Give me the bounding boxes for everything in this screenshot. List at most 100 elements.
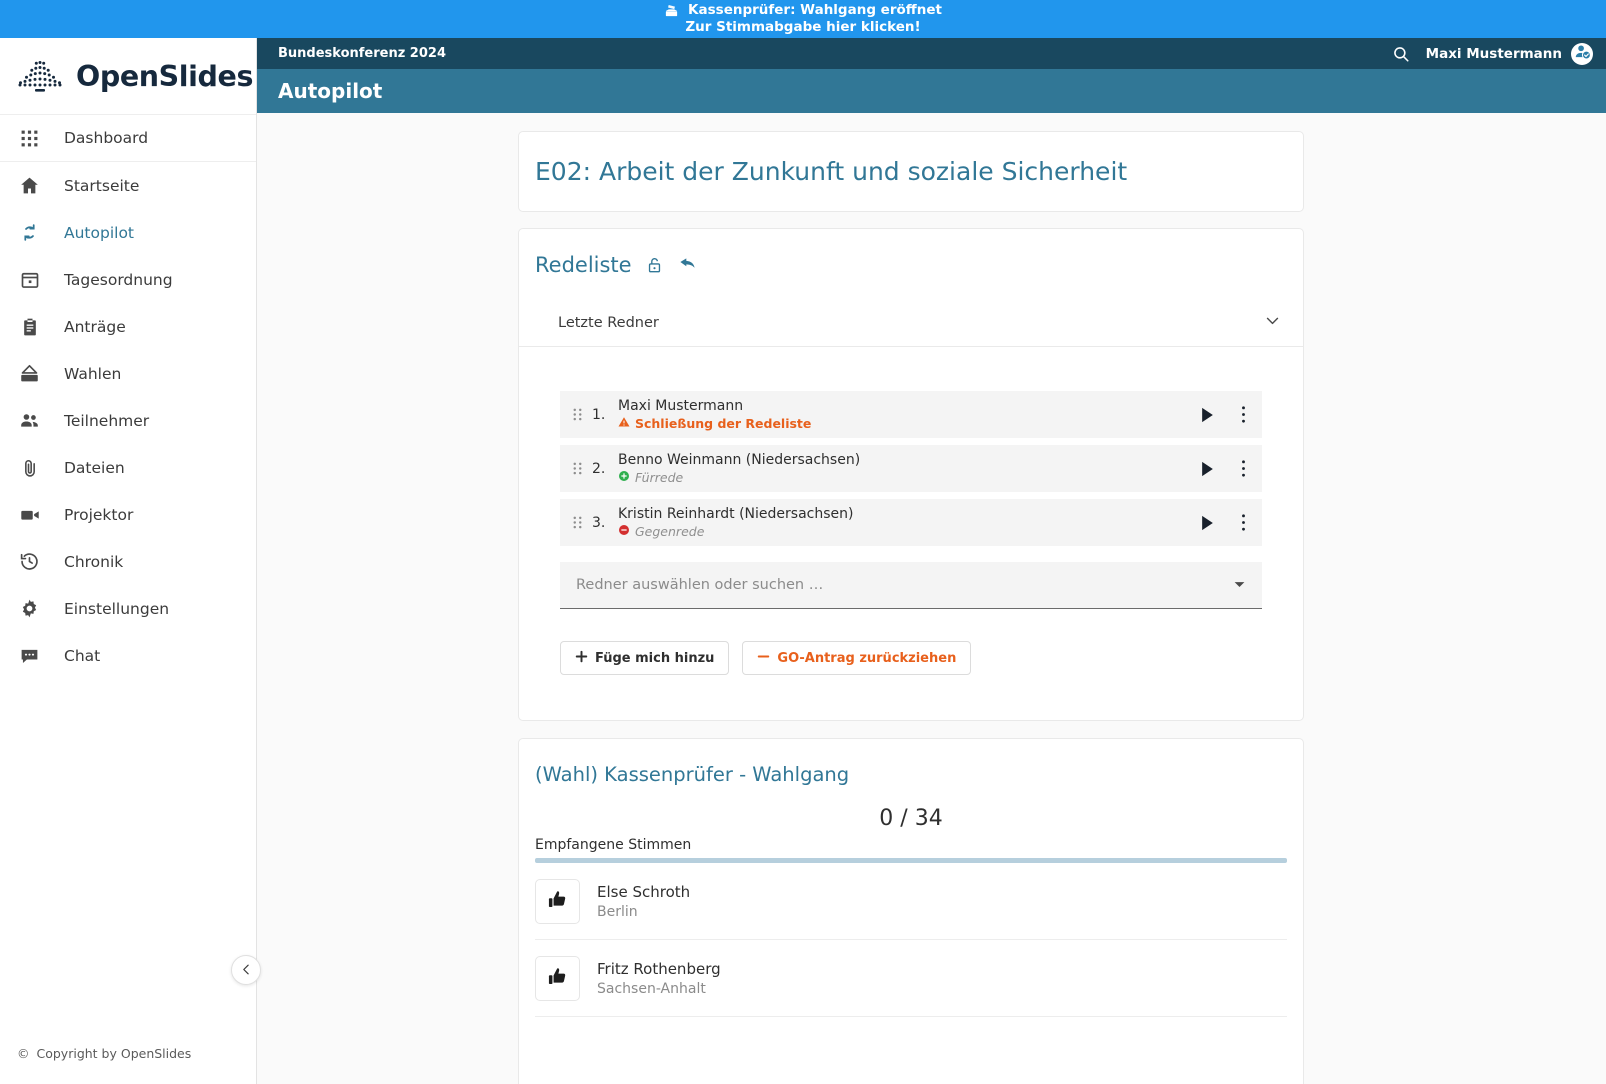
sidebar-item-label: Tagesordnung <box>64 270 173 289</box>
speaker-info: Maxi Mustermann Schließung der Redeliste <box>618 398 1200 432</box>
sidebar-item-dashboard[interactable]: Dashboard <box>0 114 256 162</box>
speaker-tag-label: Schließung der Redeliste <box>635 416 812 432</box>
table-row[interactable]: 3. Kristin Reinhardt (Niedersachsen) Geg… <box>560 499 1262 546</box>
speaker-index: 1. <box>592 406 606 423</box>
speaker-index: 2. <box>592 460 606 477</box>
user-check-icon <box>1574 43 1591 64</box>
more-vertical-icon[interactable] <box>1241 405 1246 424</box>
withdraw-motion-button[interactable]: GO-Antrag zurückziehen <box>742 641 972 675</box>
speaker-info: Kristin Reinhardt (Niedersachsen) Gegenr… <box>618 506 1200 540</box>
add-me-button-label: Füge mich hinzu <box>595 650 715 666</box>
notification-line-1: Kassenprüfer: Wahlgang eröffnet <box>664 2 942 19</box>
minus-icon <box>757 650 770 667</box>
speaker-search-placeholder: Redner auswählen oder suchen … <box>576 577 824 593</box>
user-menu[interactable]: Maxi Mustermann <box>1426 42 1593 65</box>
speaker-list-card: Redeliste Letzte Redner 1. Maxi Musterma… <box>518 228 1304 721</box>
sidebar-item-startseite[interactable]: Startseite <box>0 162 256 209</box>
meeting-topbar: Bundeskonferenz 2024 Maxi Mustermann <box>257 38 1606 69</box>
vote-notification-banner[interactable]: Kassenprüfer: Wahlgang eröffnet Zur Stim… <box>0 0 1606 38</box>
sidebar-item-label: Autopilot <box>64 223 134 242</box>
vote-yes-button[interactable] <box>535 955 580 1001</box>
sidebar-collapse-button[interactable] <box>231 955 261 985</box>
notification-action-text: Zur Stimmabgabe hier klicken! <box>685 19 921 35</box>
sidebar-item-antraege[interactable]: Anträge <box>0 303 256 350</box>
sidebar-item-label: Einstellungen <box>64 599 170 618</box>
poll-vote-count: 0 / 34 <box>879 806 943 831</box>
sidebar-item-label: Wahlen <box>64 364 122 383</box>
add-me-button[interactable]: Füge mich hinzu <box>560 641 730 675</box>
warning-triangle-icon <box>618 416 630 431</box>
speaker-name: Maxi Mustermann <box>618 397 744 414</box>
main-content: E02: Arbeit der Zunkunft und soziale Sic… <box>257 113 1606 1084</box>
calendar-icon <box>17 267 42 292</box>
play-icon[interactable] <box>1200 461 1215 477</box>
sidebar-item-label: Chronik <box>64 552 124 571</box>
minus-circle-icon <box>618 524 630 539</box>
speaker-tag: Schließung der Redeliste <box>618 416 1200 431</box>
sidebar-item-einstellungen[interactable]: Einstellungen <box>0 585 256 632</box>
chevron-down-icon <box>1264 312 1281 333</box>
speaker-list-title: Redeliste <box>535 253 632 277</box>
row-actions <box>1200 513 1246 532</box>
openslides-fan-logo <box>14 53 66 99</box>
drag-handle-icon[interactable] <box>572 515 592 530</box>
plus-circle-icon <box>618 470 630 485</box>
more-vertical-icon[interactable] <box>1241 459 1246 478</box>
topbar-actions: Maxi Mustermann <box>1392 42 1593 65</box>
sidebar-item-label: Anträge <box>64 317 126 336</box>
sidebar-item-label: Chat <box>64 646 101 665</box>
grid-icon <box>17 126 42 151</box>
sidebar-item-label: Projektor <box>64 505 134 524</box>
app-logo-text: OpenSlides <box>76 59 254 93</box>
agenda-item-card[interactable]: E02: Arbeit der Zunkunft und soziale Sic… <box>518 131 1304 212</box>
play-icon[interactable] <box>1200 407 1215 423</box>
sidebar-item-projektor[interactable]: Projektor <box>0 491 256 538</box>
sidebar-item-wahlen[interactable]: Wahlen <box>0 350 256 397</box>
unlock-icon[interactable] <box>646 255 663 275</box>
candidate-info: Fritz Rothenberg Sachsen-Anhalt <box>597 960 721 997</box>
videocam-icon <box>17 502 42 527</box>
speaker-search-input[interactable]: Redner auswählen oder suchen … <box>560 562 1262 609</box>
speaker-tag-label: Gegenrede <box>635 524 705 540</box>
thumbs-up-icon <box>547 966 568 991</box>
sidebar-item-label: Startseite <box>64 176 140 195</box>
last-speakers-toggle[interactable]: Letzte Redner <box>519 299 1303 347</box>
search-icon[interactable] <box>1392 45 1410 63</box>
sidebar-item-chat[interactable]: Chat <box>0 632 256 679</box>
sidebar-item-label: Dateien <box>64 458 125 477</box>
sidebar-item-dateien[interactable]: Dateien <box>0 444 256 491</box>
speaker-tag-label: Fürrede <box>635 470 684 486</box>
poll-card: (Wahl) Kassenprüfer - Wahlgang 0 / 34 Em… <box>518 738 1304 1084</box>
sidebar: OpenSlides Dashboard Startseite Autopilo… <box>0 38 257 1084</box>
sidebar-item-label: Teilnehmer <box>64 411 150 430</box>
table-row[interactable]: 2. Benno Weinmann (Niedersachsen) Fürred… <box>560 445 1262 492</box>
page-header: Autopilot <box>257 69 1606 113</box>
vote-yes-button[interactable] <box>535 878 580 924</box>
play-icon[interactable] <box>1200 515 1215 531</box>
sidebar-item-teilnehmer[interactable]: Teilnehmer <box>0 397 256 444</box>
drag-handle-icon[interactable] <box>572 461 592 476</box>
agenda-item-title: E02: Arbeit der Zunkunft und soziale Sic… <box>535 157 1128 186</box>
table-row[interactable]: 1. Maxi Mustermann Schließung der Redeli… <box>560 391 1262 438</box>
poll-title[interactable]: (Wahl) Kassenprüfer - Wahlgang <box>519 739 1303 786</box>
ballot-box-icon <box>664 3 679 18</box>
poll-count-label: Empfangene Stimmen <box>535 837 692 853</box>
sync-icon <box>17 220 42 245</box>
sidebar-item-chronik[interactable]: Chronik <box>0 538 256 585</box>
undo-icon[interactable] <box>677 256 698 275</box>
dropdown-arrow-icon[interactable] <box>1233 576 1246 595</box>
candidate-name: Else Schroth <box>597 882 691 901</box>
paperclip-icon <box>17 455 42 480</box>
candidate-region: Berlin <box>597 903 638 920</box>
drag-handle-icon[interactable] <box>572 407 592 422</box>
history-icon <box>17 549 42 574</box>
sidebar-item-autopilot[interactable]: Autopilot <box>0 209 256 256</box>
list-item: Fritz Rothenberg Sachsen-Anhalt <box>535 940 1287 1017</box>
home-icon <box>17 173 42 198</box>
sidebar-item-tagesordnung[interactable]: Tagesordnung <box>0 256 256 303</box>
avatar[interactable] <box>1571 42 1593 65</box>
app-logo[interactable]: OpenSlides <box>0 38 256 114</box>
more-vertical-icon[interactable] <box>1241 513 1246 532</box>
sidebar-item-label: Dashboard <box>64 129 149 147</box>
copyright-footer: © Copyright by OpenSlides <box>0 1022 256 1084</box>
